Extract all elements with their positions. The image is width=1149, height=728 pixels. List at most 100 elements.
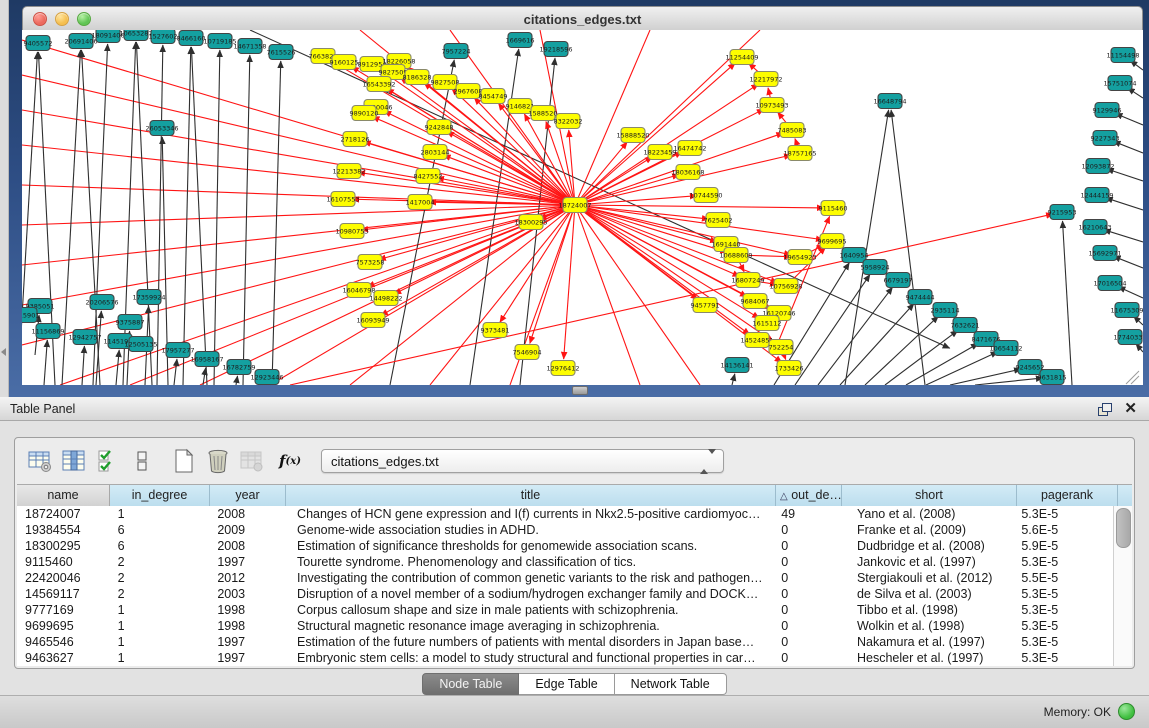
- scrollbar-thumb[interactable]: [1116, 508, 1131, 548]
- column-header-in-degree[interactable]: in_degree: [110, 485, 210, 506]
- graph-node[interactable]: 9146821: [506, 99, 535, 114]
- graph-node[interactable]: 26053346: [145, 121, 178, 136]
- graph-node[interactable]: 15751074: [1103, 76, 1136, 91]
- column-header-pagerank[interactable]: pagerank: [1017, 485, 1118, 506]
- graph-node[interactable]: 16807249: [731, 273, 764, 288]
- column-visibility-button[interactable]: [59, 446, 89, 476]
- graph-node[interactable]: 19654923: [783, 250, 816, 265]
- graph-node[interactable]: 7573258: [356, 255, 385, 270]
- table-row[interactable]: 946362711997Embryonic stem cells: a mode…: [17, 650, 1114, 666]
- graph-node[interactable]: 9827508: [431, 75, 460, 90]
- graph-node[interactable]: 9631815: [1038, 370, 1067, 385]
- graph-node[interactable]: 7485083: [778, 123, 807, 138]
- table-row[interactable]: 1456911722003Disruption of a novel membe…: [17, 586, 1114, 602]
- graph-node[interactable]: 9457791: [691, 298, 720, 313]
- graph-node[interactable]: 10688609: [719, 248, 752, 263]
- column-header-short[interactable]: short: [842, 485, 1017, 506]
- graph-node[interactable]: 7615526: [267, 45, 296, 60]
- graph-node[interactable]: 9129946: [1093, 103, 1122, 118]
- graph-node[interactable]: 1733426: [775, 361, 804, 376]
- graph-node[interactable]: 9375887: [116, 315, 145, 330]
- table-row[interactable]: 1872400712008Changes of HCN gene express…: [17, 506, 1114, 522]
- graph-node[interactable]: 11675309: [1110, 303, 1143, 318]
- graph-node[interactable]: 5958924: [861, 260, 890, 275]
- import-table-button[interactable]: [237, 446, 267, 476]
- graph-node[interactable]: 8427552: [414, 169, 443, 184]
- graph-node[interactable]: 7957224: [442, 44, 471, 59]
- column-header-year[interactable]: year: [210, 485, 286, 506]
- graph-node[interactable]: 9890120: [350, 106, 379, 121]
- graph-node[interactable]: 17740337: [1113, 330, 1143, 345]
- graph-node[interactable]: 10719185: [203, 34, 236, 49]
- graph-node[interactable]: 2803144: [421, 145, 450, 160]
- graph-node[interactable]: 12217972: [749, 72, 782, 87]
- graph-node[interactable]: 11156869: [31, 324, 64, 339]
- graph-node[interactable]: 10756928: [769, 279, 802, 294]
- graph-node[interactable]: 12942757: [68, 330, 101, 345]
- table-row[interactable]: 1938455462009Genome-wide association stu…: [17, 522, 1114, 538]
- graph-node[interactable]: 12923446: [250, 370, 283, 385]
- graph-node[interactable]: 9215953: [1048, 205, 1077, 220]
- graph-node[interactable]: 8186328: [403, 70, 432, 85]
- graph-node[interactable]: 20206576: [85, 295, 118, 310]
- column-header-name[interactable]: name: [17, 485, 110, 506]
- graph-node[interactable]: 10980753: [335, 224, 368, 239]
- graph-node[interactable]: 12093872: [1081, 159, 1114, 174]
- graph-node[interactable]: 18223459: [643, 145, 676, 160]
- close-panel-icon[interactable]: ✕: [1124, 402, 1137, 416]
- graph-node[interactable]: 9474444: [906, 290, 935, 305]
- graph-node[interactable]: 12505135: [124, 337, 157, 352]
- graph-node[interactable]: 16782759: [222, 360, 255, 375]
- network-canvas[interactable]: 1872400794055722069140618091406106532871…: [22, 30, 1143, 385]
- delete-table-button[interactable]: [203, 446, 233, 476]
- graph-node[interactable]: 18724007: [558, 198, 591, 213]
- graph-node[interactable]: 16958167: [190, 352, 223, 367]
- graph-node[interactable]: 1615112: [753, 316, 782, 331]
- select-rows-button[interactable]: [93, 446, 123, 476]
- new-table-button[interactable]: [169, 446, 199, 476]
- table-mode-button[interactable]: [127, 446, 157, 476]
- graph-node[interactable]: 2967608: [454, 84, 483, 99]
- float-panel-icon[interactable]: [1098, 403, 1112, 415]
- graph-node[interactable]: 14498222: [369, 291, 402, 306]
- graph-node[interactable]: 18036168: [671, 165, 704, 180]
- graph-node[interactable]: 1588520: [529, 106, 558, 121]
- collapse-panel-arrow-icon[interactable]: [1, 348, 6, 356]
- graph-node[interactable]: 1417004: [406, 195, 435, 210]
- tab-network-table[interactable]: Network Table: [615, 673, 727, 695]
- graph-node[interactable]: 14671358: [233, 39, 266, 54]
- graph-node[interactable]: 18300295: [514, 215, 547, 230]
- graph-node[interactable]: 16046798: [342, 283, 375, 298]
- graph-node[interactable]: 14136141: [720, 358, 753, 373]
- split-pane-handle[interactable]: [572, 386, 588, 395]
- graph-node[interactable]: 8322032: [554, 114, 583, 129]
- graph-node[interactable]: 16543392: [362, 77, 395, 92]
- window-titlebar[interactable]: citations_edges.txt: [22, 6, 1143, 32]
- graph-node[interactable]: 18757165: [783, 146, 816, 161]
- graph-node[interactable]: 7632621: [951, 318, 980, 333]
- graph-node[interactable]: 9242848: [425, 120, 454, 135]
- graph-node[interactable]: 1669616: [506, 33, 535, 48]
- graph-node[interactable]: 7625402: [704, 213, 733, 228]
- graph-node[interactable]: 18091406: [91, 30, 124, 43]
- graph-node[interactable]: 10653287: [119, 30, 152, 41]
- graph-node[interactable]: 19218596: [539, 42, 572, 57]
- graph-node[interactable]: 10744590: [689, 188, 722, 203]
- graph-node[interactable]: 9115460: [819, 201, 848, 216]
- graph-node[interactable]: 9684067: [741, 294, 770, 309]
- graph-node[interactable]: 10654112: [989, 341, 1022, 356]
- column-header-out-degree[interactable]: △ out_de…: [776, 485, 842, 506]
- graph-node[interactable]: 7546904: [513, 345, 542, 360]
- table-selector-dropdown[interactable]: citations_edges.txt: [321, 449, 724, 473]
- graph-node[interactable]: 8466160: [177, 31, 206, 46]
- graph-node[interactable]: 9373481: [481, 323, 510, 338]
- graph-node[interactable]: 11254409: [725, 50, 758, 65]
- tab-node-table[interactable]: Node Table: [422, 673, 519, 695]
- graph-node[interactable]: 15692971: [1088, 246, 1121, 261]
- graph-node[interactable]: 17957277: [161, 343, 194, 358]
- table-row[interactable]: 911546021997Tourette syndrome. Phenomeno…: [17, 554, 1114, 570]
- graph-node[interactable]: 16107553: [326, 192, 359, 207]
- graph-node[interactable]: 20691406: [64, 34, 97, 49]
- graph-node[interactable]: 2935114: [931, 303, 960, 318]
- column-header-title[interactable]: title: [286, 485, 776, 506]
